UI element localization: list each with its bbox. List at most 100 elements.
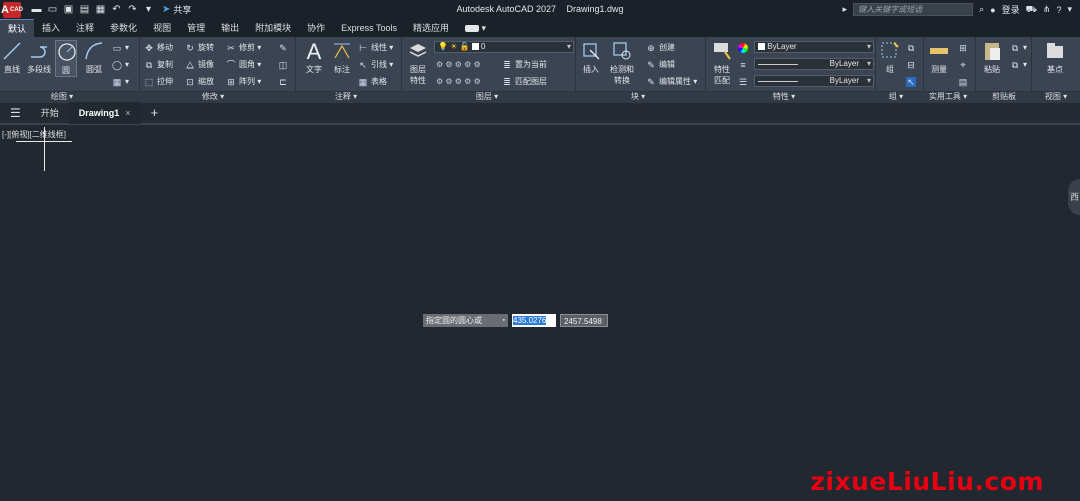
autocad-logo[interactable]: A CAD <box>1 1 23 18</box>
linetype-dropdown[interactable]: ByLayer <box>754 58 874 70</box>
binoculars-icon[interactable]: ⌕ <box>979 4 984 15</box>
cut-icon[interactable]: ⧉ ▾ <box>1010 41 1027 54</box>
arc-button[interactable]: 圆弧 <box>83 40 105 75</box>
circle-button[interactable]: 圆 <box>55 40 77 77</box>
explode-icon[interactable]: ◫ <box>278 58 291 71</box>
connect-icon[interactable]: ⋔ <box>1043 4 1051 15</box>
ungroup-icon[interactable]: ⧉ <box>906 41 919 54</box>
edit-attributes-button[interactable]: ✎ 编辑属性 ▾ <box>646 75 697 88</box>
paste-button[interactable]: 粘贴 <box>980 40 1004 75</box>
trim-button[interactable]: ✂ 修剪 ▾ <box>226 41 261 54</box>
tab-featured-apps[interactable]: 精选应用 <box>405 19 457 37</box>
viewcube[interactable]: 西 <box>1068 179 1080 215</box>
tab-output[interactable]: 输出 <box>213 19 247 37</box>
drawing-canvas[interactable]: [-][俯视][二维线框] 指定圆的圆心或 435.0276 2457.5498… <box>0 127 1080 501</box>
match-layer-button[interactable]: ≣ 匹配图层 <box>502 75 547 88</box>
panel-label-groups[interactable]: 组 ▾ <box>876 91 916 103</box>
tab-addins[interactable]: 附加模块 <box>247 19 299 37</box>
color-dropdown[interactable]: ByLayer <box>754 41 874 53</box>
ellipse-icon[interactable]: ◯ ▾ <box>112 58 129 71</box>
erase-icon[interactable]: ✎ <box>278 41 291 54</box>
move-button[interactable]: ✥ 移动 <box>144 41 173 54</box>
user-icon[interactable]: ● <box>990 5 995 15</box>
redo-icon[interactable]: ↷ <box>127 4 138 15</box>
create-block-button[interactable]: ⊕ 创建 <box>646 41 675 54</box>
file-menu-icon[interactable]: ☰ <box>0 102 31 124</box>
polyline-button[interactable]: 多段线 <box>25 40 53 75</box>
plot-icon[interactable]: ▦ <box>95 4 106 15</box>
open-icon[interactable]: ▭ <box>47 4 58 15</box>
undo-icon[interactable]: ↶ <box>111 4 122 15</box>
array-button[interactable]: ⊞ 阵列 ▾ <box>226 75 261 88</box>
layer-tools-row-1[interactable]: ⚙ ⚙ ⚙ ⚙ ⚙ <box>436 58 481 71</box>
viewport-controls[interactable]: [-][俯视][二维线框] <box>2 129 66 140</box>
table-button[interactable]: ▦ 表格 <box>358 75 387 88</box>
tab-parametric[interactable]: 参数化 <box>102 19 145 37</box>
set-current-button[interactable]: ≣ 置为当前 <box>502 58 547 71</box>
group-button[interactable]: 组 <box>878 40 902 75</box>
hatch-icon[interactable]: ▦ ▾ <box>112 75 129 88</box>
panel-label-block[interactable]: 块 ▾ <box>576 91 700 103</box>
insert-button[interactable]: 插入 <box>578 40 604 75</box>
tab-insert[interactable]: 插入 <box>34 19 68 37</box>
arrow-right-icon[interactable]: ▸ <box>843 4 848 15</box>
panel-label-utilities[interactable]: 实用工具 ▾ <box>924 91 972 103</box>
copy-clip-icon[interactable]: ⧉ ▾ <box>1010 58 1027 71</box>
layer-tools-row-2[interactable]: ⚙ ⚙ ⚙ ⚙ ⚙ <box>436 75 481 88</box>
tab-express-tools[interactable]: Express Tools <box>333 19 405 37</box>
edit-block-button[interactable]: ✎ 编辑 <box>646 58 675 71</box>
group-select-icon[interactable]: ↖ <box>906 75 919 88</box>
minimize-icon[interactable]: ▾ <box>1067 4 1072 15</box>
new-icon[interactable]: ▬ <box>31 4 42 15</box>
line-button[interactable]: 直线 <box>1 40 23 75</box>
id-point-icon[interactable]: ⌖ <box>958 58 971 71</box>
rectangle-icon[interactable]: ▭ ▾ <box>112 41 129 54</box>
mirror-button[interactable]: ⧋ 镜像 <box>185 58 214 71</box>
customize-dropdown-icon[interactable]: ▾ <box>143 4 154 15</box>
color-wheel-icon[interactable] <box>738 41 751 54</box>
copy-button[interactable]: ⧉ 复制 <box>144 58 173 71</box>
tab-drawing1[interactable]: Drawing1 × <box>68 102 141 124</box>
tab-view[interactable]: 视图 <box>145 19 179 37</box>
offset-icon[interactable]: ⊏ <box>278 75 291 88</box>
leader-button[interactable]: ↖ 引线 ▾ <box>358 58 393 71</box>
panel-label-annotation[interactable]: 注释 ▾ <box>296 91 396 103</box>
search-input[interactable]: 键入关键字或短语 <box>853 3 974 16</box>
tab-manage[interactable]: 管理 <box>179 19 213 37</box>
tab-start[interactable]: 开始 <box>31 102 69 124</box>
quick-select-icon[interactable]: ⊞ <box>958 41 971 54</box>
scale-button[interactable]: ⊡ 缩放 <box>185 75 214 88</box>
detect-convert-button[interactable]: 检测和 转换 <box>606 40 638 86</box>
new-tab-button[interactable]: + <box>141 102 169 124</box>
measure-button[interactable]: 测量 <box>926 40 952 75</box>
calculator-icon[interactable]: ▤ <box>958 75 971 88</box>
tab-default[interactable]: 默认 <box>0 19 35 37</box>
close-tab-icon[interactable]: × <box>125 108 130 118</box>
help-icon[interactable]: ? <box>1056 5 1061 15</box>
text-button[interactable]: A 文字 <box>302 40 326 75</box>
rotate-button[interactable]: ↻ 旋转 <box>185 41 214 54</box>
group-edit-icon[interactable]: ⊟ <box>906 58 919 71</box>
save-as-icon[interactable]: ▤ <box>79 4 90 15</box>
share-button[interactable]: ➤ 共享 <box>162 3 191 16</box>
tab-options-toggle[interactable]: ▾ <box>457 19 494 37</box>
dimension-button[interactable]: 标注 <box>330 40 354 75</box>
x-coordinate-input[interactable]: 435.0276 <box>512 314 556 327</box>
layer-properties-button[interactable]: 图层 特性 <box>406 40 430 86</box>
stretch-button[interactable]: ⬚ 拉伸 <box>144 75 173 88</box>
lineweight-dropdown[interactable]: ByLayer <box>754 75 874 87</box>
tab-collaborate[interactable]: 协作 <box>299 19 333 37</box>
save-icon[interactable]: ▣ <box>63 4 74 15</box>
panel-label-properties[interactable]: 特性 ▾ <box>706 91 862 103</box>
linear-button[interactable]: ⊢ 线性 ▾ <box>358 41 393 54</box>
match-properties-button[interactable]: 特性 匹配 <box>710 40 734 86</box>
base-view-button[interactable]: 基点 <box>1040 40 1070 75</box>
panel-label-layers[interactable]: 图层 ▾ <box>402 91 572 103</box>
y-coordinate-input[interactable]: 2457.5498 <box>560 314 608 327</box>
cart-icon[interactable]: ⛟ <box>1026 4 1037 16</box>
layer-dropdown[interactable]: 💡 ☀ 🔓 0 <box>434 41 574 53</box>
panel-label-view[interactable]: 视图 ▾ <box>1032 91 1080 103</box>
tab-annotate[interactable]: 注释 <box>68 19 102 37</box>
login-link[interactable]: 登录 <box>1002 3 1020 16</box>
fillet-button[interactable]: ⌒ 圆角 ▾ <box>226 58 261 71</box>
